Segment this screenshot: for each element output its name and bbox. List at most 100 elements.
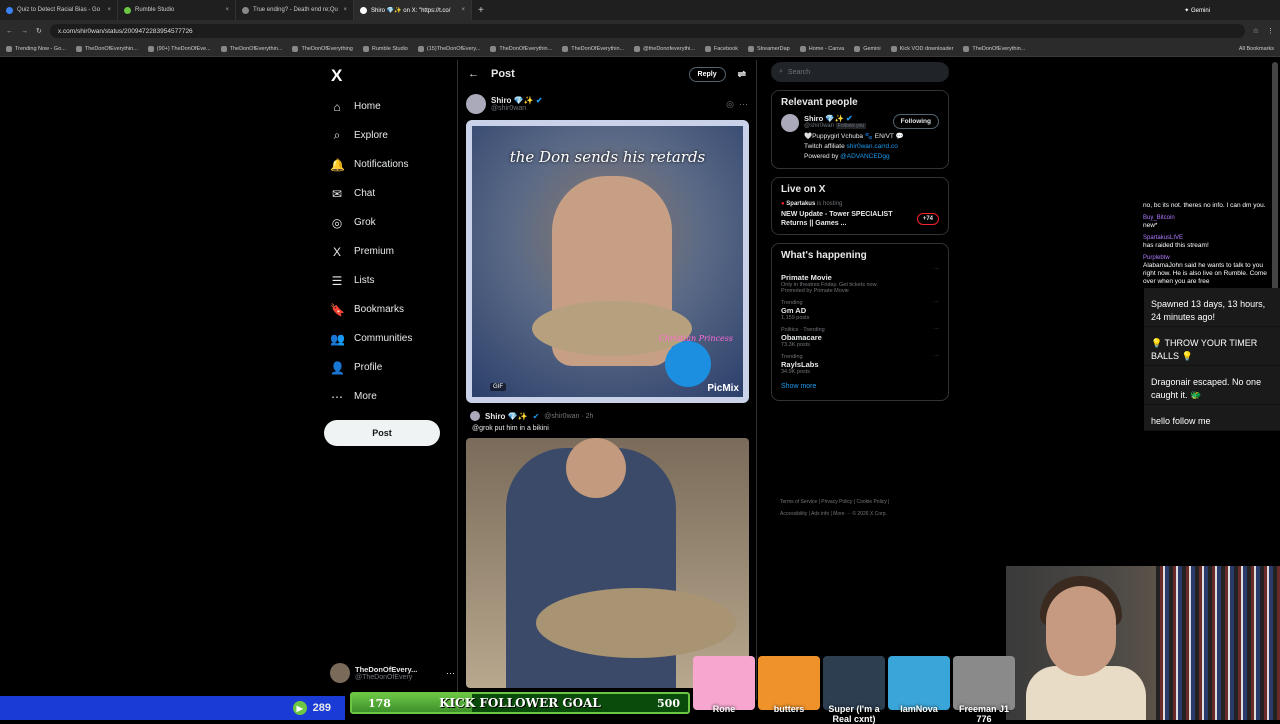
browser-tab[interactable]: Rumble Studio × <box>118 0 236 20</box>
footer-line[interactable]: Terms of Service | Privacy Policy | Cook… <box>780 496 940 508</box>
post-menu-icon[interactable]: ⋯ <box>739 99 748 110</box>
bio-link[interactable]: shir0wan.carrd.co <box>847 143 898 150</box>
close-tab-icon[interactable]: × <box>461 7 465 13</box>
all-bookmarks[interactable]: All Bookmarks <box>1239 46 1274 52</box>
bookmark-item[interactable]: TheDonOfEverythin... <box>220 46 282 52</box>
bookmark-item[interactable]: TheDonOfEverything <box>292 46 353 52</box>
star-icon[interactable]: ☆ <box>1253 27 1259 35</box>
reply-avatar[interactable] <box>470 411 480 421</box>
trend-item[interactable]: Trending ⋯ RaylsLabs 34.9K posts <box>781 354 939 375</box>
live-card[interactable]: Live on X ● Spartakus is hosting NEW Upd… <box>771 177 949 235</box>
bookmark-item[interactable]: StreamerDap <box>748 46 790 52</box>
nav-item-premium[interactable]: X Premium <box>322 237 452 266</box>
post-button[interactable]: Post <box>324 420 440 446</box>
reload-icon[interactable]: ↻ <box>36 27 42 35</box>
reply-author-name[interactable]: Shiro 💎✨ <box>485 412 528 421</box>
show-more-link[interactable]: Show more <box>781 383 939 390</box>
bookmark-item[interactable]: TheDonOfEverythin... <box>562 46 624 52</box>
author-avatar[interactable] <box>466 94 486 114</box>
sub-name: Super (I'm a Real cxnt) <box>828 704 880 724</box>
nav-item-home[interactable]: ⌂ Home <box>322 92 452 121</box>
trend-menu-icon[interactable]: ⋯ <box>934 267 940 273</box>
new-tab-button[interactable]: + <box>478 5 484 16</box>
trend-item[interactable]: ⋯ Primate Movie Only in theatres Friday. G… <box>781 267 939 294</box>
nav-item-chat[interactable]: ✉ Chat <box>322 179 452 208</box>
reply-media-image[interactable] <box>466 438 749 688</box>
trend-item[interactable]: Politics · Trending ⋯ Obamacare 73.3K posts <box>781 327 939 348</box>
nav-item-explore[interactable]: ⌕ Explore <box>322 121 452 150</box>
grok-icon[interactable]: ◎ <box>726 99 734 110</box>
bookmark-item[interactable]: Trending Now - Go... <box>6 46 66 52</box>
trend-promoted: Promoted by Primate Movie <box>781 288 849 294</box>
bookmark-label: StreamerDap <box>757 46 790 52</box>
close-tab-icon[interactable]: × <box>107 7 111 13</box>
following-button[interactable]: Following <box>892 114 939 129</box>
reply-handle[interactable]: @shir0wan · 2h <box>544 413 593 420</box>
nav-label: Communities <box>354 333 413 344</box>
menu-icon[interactable]: ⋮ <box>1267 27 1274 35</box>
gemini-button[interactable]: ✦ Gemini <box>1184 7 1210 14</box>
bookmark-icon <box>220 46 227 52</box>
person-name[interactable]: Shiro 💎✨ <box>804 114 844 123</box>
bookmark-item[interactable]: @theDonofeverythi... <box>634 46 695 52</box>
x-logo[interactable]: X <box>331 66 452 86</box>
trend-menu-icon[interactable]: ⋯ <box>934 327 940 333</box>
bookmark-item[interactable]: TheDonOfEverythin... <box>963 46 1025 52</box>
bookmark-item[interactable]: TheDonOfEverythin... <box>75 46 138 52</box>
address-bar[interactable]: x.com/shir0wan/status/200947228395457772… <box>49 24 1245 38</box>
more-icon[interactable]: ⋯ <box>446 668 455 679</box>
bookmark-label: TheDonOfEverything <box>301 46 353 52</box>
footer-line[interactable]: Accessibility | Ads info | More ··· © 20… <box>780 508 940 520</box>
author-name[interactable]: Shiro 💎✨ <box>491 96 534 105</box>
bio-mention[interactable]: @ADVANCEDgg <box>840 153 889 160</box>
communities-icon: 👥 <box>330 331 345 346</box>
bookmark-item[interactable]: TheDonOfEverythin... <box>490 46 552 52</box>
nav-item-profile[interactable]: 👤 Profile <box>322 353 452 382</box>
settings-icon[interactable]: ⇌ <box>738 69 746 80</box>
browser-tab[interactable]: Quiz to Detect Racial Bias - Go × <box>0 0 118 20</box>
author-handle[interactable]: @shir0wan <box>491 105 543 112</box>
reply-button[interactable]: Reply <box>688 66 726 82</box>
bookmark-item[interactable]: Kick VOD downloader <box>890 46 953 52</box>
nav-item-communities[interactable]: 👥 Communities <box>322 324 452 353</box>
nav-label: Home <box>354 101 381 112</box>
post-media-gif[interactable]: the Don sends his retards Christian Prin… <box>466 120 749 403</box>
sub-name: IamNova <box>900 704 938 714</box>
person-handle[interactable]: @shir0wan <box>804 123 834 129</box>
trend-item[interactable]: Trending ⋯ Gm AD 1,159 posts <box>781 300 939 321</box>
nav-item-grok[interactable]: ◎ Grok <box>322 208 452 237</box>
browser-tab[interactable]: True ending? - Death end re;Qu × <box>236 0 354 20</box>
bookmark-item[interactable]: Home - Canva <box>799 46 844 52</box>
trend-menu-icon[interactable]: ⋯ <box>934 354 940 360</box>
bookmark-item[interactable]: Facebook <box>704 46 738 52</box>
browser-tab[interactable]: Shiro 💎✨ on X: "https://t.co/ × <box>354 0 472 20</box>
forward-icon[interactable]: → <box>21 28 28 35</box>
bookmark-item[interactable]: Rumble Studio <box>362 46 408 52</box>
chat-user: Purplebtw <box>1143 255 1170 261</box>
nav-item-more[interactable]: ⋯ More <box>322 382 452 411</box>
gemini-label: Gemini <box>1190 7 1210 14</box>
bookmark-label: (15)TheDonOfEvery... <box>426 46 481 52</box>
bookmark-item[interactable]: (90+) TheDonOfEve... <box>147 46 211 52</box>
account-switcher[interactable]: TheDonOfEvery... @TheDonOfEvery ⋯ <box>330 662 455 684</box>
search-input[interactable]: ⌕ Search <box>771 62 949 82</box>
bookmarks-icon: 🔖 <box>330 302 345 317</box>
nav-item-lists[interactable]: ☰ Lists <box>322 266 452 295</box>
back-arrow-icon[interactable]: ← <box>468 68 479 80</box>
profile-icon: 👤 <box>330 360 345 375</box>
bookmark-icon <box>704 46 711 52</box>
nav-item-bookmarks[interactable]: 🔖 Bookmarks <box>322 295 452 324</box>
grok-icon: ◎ <box>331 215 343 230</box>
close-tab-icon[interactable]: × <box>343 7 347 13</box>
bookmark-icon <box>417 46 424 52</box>
reply-text: @grok put him in a bikini <box>472 425 549 432</box>
person-avatar[interactable] <box>781 114 799 132</box>
back-icon[interactable]: ← <box>6 28 13 35</box>
nav-item-notifications[interactable]: 🔔 Notifications <box>322 150 452 179</box>
close-tab-icon[interactable]: × <box>225 7 229 13</box>
whats-happening-card: What's happening ⋯ Primate Movie Only in t… <box>771 243 949 401</box>
trend-menu-icon[interactable]: ⋯ <box>934 300 940 306</box>
bookmark-item[interactable]: (15)TheDonOfEvery... <box>417 46 481 52</box>
post-header: ← Post Reply ⇌ <box>458 60 756 88</box>
bookmark-item[interactable]: Gemini <box>854 46 881 52</box>
